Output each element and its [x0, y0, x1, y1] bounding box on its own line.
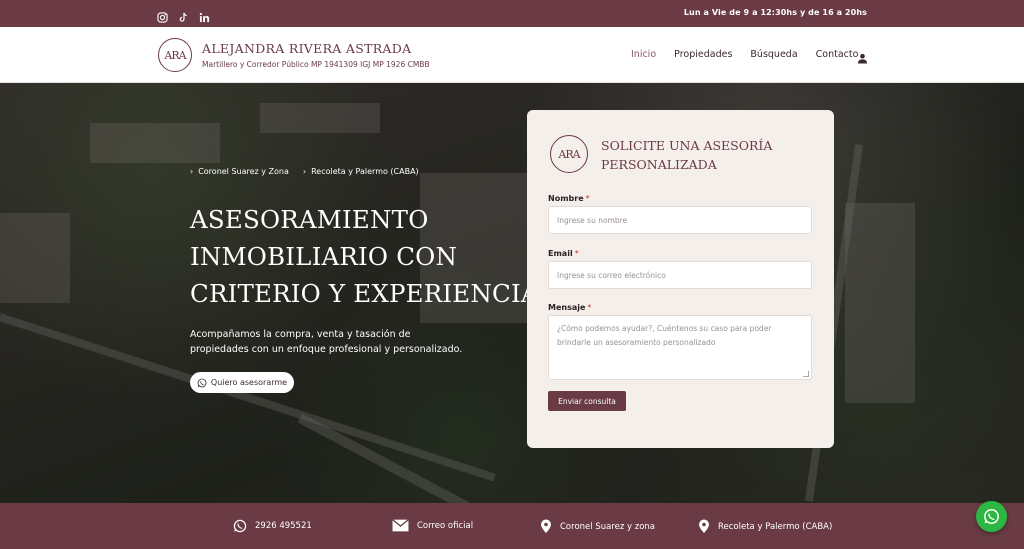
whatsapp-float-button[interactable] — [976, 501, 1007, 532]
crumb-label: Recoleta y Palermo (CABA) — [311, 167, 419, 176]
phone-contact[interactable]: 2926 495521 — [233, 519, 312, 533]
map-pin-icon — [541, 519, 551, 533]
main-nav: Inicio Propiedades Búsqueda Contacto — [631, 49, 876, 60]
mail-contact[interactable]: Correo oficial — [392, 519, 473, 532]
form-title: SOLICITE UNA ASESORÍA PERSONALIZADA — [601, 136, 772, 174]
instagram-icon[interactable] — [157, 8, 168, 23]
business-hours: Lun a Vie de 9 a 12:30hs y de 16 a 20hs — [683, 8, 867, 17]
location-recoleta[interactable]: Recoleta y Palermo (CABA) — [698, 519, 832, 534]
logo-icon[interactable]: ARA — [158, 38, 192, 72]
required-mark: * — [585, 194, 590, 203]
name-label: Nombre * — [548, 194, 590, 203]
envelope-icon — [392, 519, 409, 532]
email-input[interactable]: Ingrese su correo electrónico — [548, 261, 812, 289]
location-breadcrumbs: › Coronel Suarez y Zona › Recoleta y Paler… — [190, 167, 419, 176]
hero-title-line: INMOBILIARIO CON — [190, 242, 458, 271]
name-input[interactable]: Ingrese su nombre — [548, 206, 812, 234]
tiktok-icon[interactable] — [178, 8, 189, 22]
hero-section: › Coronel Suarez y Zona › Recoleta y Paler… — [0, 83, 1024, 503]
quiero-asesorarme-button[interactable]: Quiero asesorarme — [190, 372, 294, 393]
whatsapp-icon — [197, 378, 207, 387]
required-mark: * — [574, 249, 579, 258]
whatsapp-icon — [233, 519, 247, 533]
nav-contacto[interactable]: Contacto — [816, 49, 859, 60]
hero-title: ASESORAMIENTO INMOBILIARIO CON CRITERIO … — [190, 201, 539, 312]
location-coronel[interactable]: Coronel Suarez y zona — [540, 519, 655, 534]
form-logo-icon: ARA — [550, 135, 588, 173]
required-mark: * — [587, 303, 592, 312]
brand-subtitle: Martillero y Corredor Público MP 1941309… — [202, 60, 430, 69]
label-text: Mensaje — [548, 303, 586, 312]
form-title-line: SOLICITE UNA ASESORÍA — [601, 138, 773, 153]
message-label: Mensaje * — [548, 303, 591, 312]
form-title-line: PERSONALIZADA — [601, 157, 717, 172]
user-icon[interactable] — [857, 49, 868, 64]
location-text: Coronel Suarez y zona — [560, 521, 656, 532]
message-textarea[interactable]: ¿Cómo podemos ayudar?, Cuéntenos su caso… — [548, 315, 812, 380]
hero-description: Acompañamos la compra, venta y tasación … — [190, 329, 463, 355]
crumb-recoleta[interactable]: › Recoleta y Palermo (CABA) — [303, 167, 419, 176]
logo-initials: ARA — [558, 147, 580, 161]
linkedin-icon[interactable] — [199, 8, 210, 23]
phone-text: 2926 495521 — [255, 521, 312, 531]
nav-busqueda[interactable]: Búsqueda — [750, 49, 797, 60]
cta-label: Quiero asesorarme — [210, 378, 288, 387]
chevron-right-icon: › — [190, 167, 194, 176]
location-text: Recoleta y Palermo (CABA) — [718, 521, 833, 532]
submit-button[interactable]: Enviar consulta — [548, 391, 626, 411]
label-text: Email — [548, 249, 573, 258]
site-header: ARA ALEJANDRA RIVERA ASTRADA Martillero … — [0, 27, 1024, 83]
social-links — [157, 8, 210, 23]
whatsapp-icon — [984, 509, 999, 524]
resize-handle[interactable] — [803, 371, 809, 377]
top-bar: Lun a Vie de 9 a 12:30hs y de 16 a 20hs — [0, 0, 1024, 27]
nav-inicio[interactable]: Inicio — [631, 49, 656, 60]
consultation-form-card: ARA SOLICITE UNA ASESORÍA PERSONALIZADA … — [527, 110, 834, 448]
hero-title-line: CRITERIO Y EXPERIENCIA — [190, 279, 539, 308]
email-label: Email * — [548, 249, 579, 258]
nav-propiedades[interactable]: Propiedades — [674, 49, 732, 60]
label-text: Nombre — [548, 194, 584, 203]
brand-name[interactable]: ALEJANDRA RIVERA ASTRADA — [202, 41, 411, 56]
mail-text: Correo oficial — [417, 520, 474, 531]
crumb-coronel[interactable]: › Coronel Suarez y Zona — [190, 167, 289, 176]
logo-initials: ARA — [164, 48, 186, 62]
contact-bar: 2926 495521 Correo oficial Coronel Suare… — [0, 503, 1024, 549]
crumb-label: Coronel Suarez y Zona — [198, 167, 289, 176]
map-pin-icon — [699, 519, 709, 533]
message-placeholder: ¿Cómo podemos ayudar?, Cuéntenos su caso… — [557, 324, 772, 347]
chevron-right-icon: › — [302, 167, 307, 176]
hero-title-line: ASESORAMIENTO — [190, 205, 429, 234]
